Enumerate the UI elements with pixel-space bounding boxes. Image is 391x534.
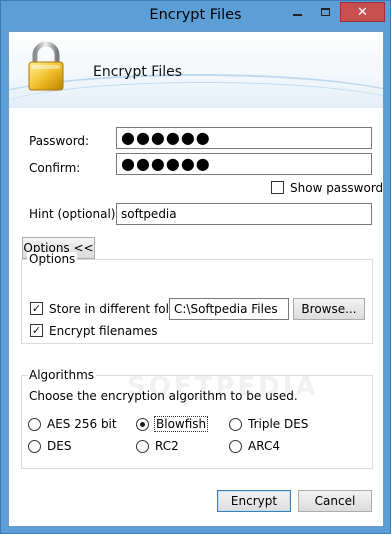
encrypt-button[interactable]: Encrypt: [217, 490, 291, 512]
minimize-button[interactable]: [284, 2, 311, 22]
confirm-field[interactable]: ●●●●●●: [116, 153, 372, 175]
close-button[interactable]: ✕: [340, 2, 385, 22]
algorithms-group-title: Algorithms: [27, 368, 97, 382]
encrypt-filenames-checkbox[interactable]: ✓: [30, 324, 43, 337]
maximize-icon: [321, 8, 330, 16]
store-folder-checkbox[interactable]: ✓: [30, 302, 43, 315]
padlock-icon: [28, 41, 64, 91]
title-bar[interactable]: Encrypt Files ✕: [1, 1, 390, 31]
password-label: Password:: [29, 134, 90, 148]
radio-triple-des-label: Triple DES: [248, 417, 309, 431]
radio-arc4[interactable]: [229, 440, 242, 453]
radio-des[interactable]: [28, 440, 41, 453]
radio-aes-256[interactable]: [28, 418, 41, 431]
encrypt-filenames-label: Encrypt filenames: [49, 324, 158, 338]
banner-title: Encrypt Files: [93, 64, 183, 80]
hint-label: Hint (optional):: [29, 207, 120, 221]
radio-rc2[interactable]: [136, 440, 149, 453]
radio-blowfish-label: Blowfish: [154, 416, 209, 432]
hint-field[interactable]: softpedia: [116, 203, 372, 225]
options-group-title: Options: [27, 252, 78, 266]
minimize-icon: [293, 14, 302, 16]
password-field[interactable]: ●●●●●●: [116, 127, 372, 149]
radio-aes-256-label: AES 256 bit: [47, 417, 117, 431]
radio-blowfish[interactable]: [136, 418, 149, 431]
radio-selected-dot: [140, 422, 145, 427]
cancel-button[interactable]: Cancel: [298, 490, 372, 512]
softpedia-watermark: SOFTPEDIA: [127, 372, 319, 402]
encrypt-files-window: Encrypt Files ✕ Encrypt Files Password: …: [0, 0, 391, 534]
dialog-body: Encrypt Files Password: ●●●●●● Confirm: …: [8, 31, 384, 527]
header-banner: Encrypt Files: [9, 32, 383, 108]
folder-path-field[interactable]: C:\Softpedia Files: [169, 298, 289, 320]
browse-button[interactable]: Browse...: [293, 298, 365, 320]
checkmark-icon: ✓: [31, 324, 42, 337]
show-password-label: Show password: [290, 181, 384, 195]
maximize-button[interactable]: [312, 2, 339, 22]
radio-des-label: DES: [47, 439, 72, 453]
checkmark-icon: ✓: [31, 302, 42, 315]
radio-arc4-label: ARC4: [248, 439, 280, 453]
confirm-label: Confirm:: [29, 161, 81, 175]
close-icon: ✕: [357, 4, 368, 20]
radio-rc2-label: RC2: [155, 439, 179, 453]
radio-triple-des[interactable]: [229, 418, 242, 431]
show-password-checkbox[interactable]: [271, 181, 284, 194]
